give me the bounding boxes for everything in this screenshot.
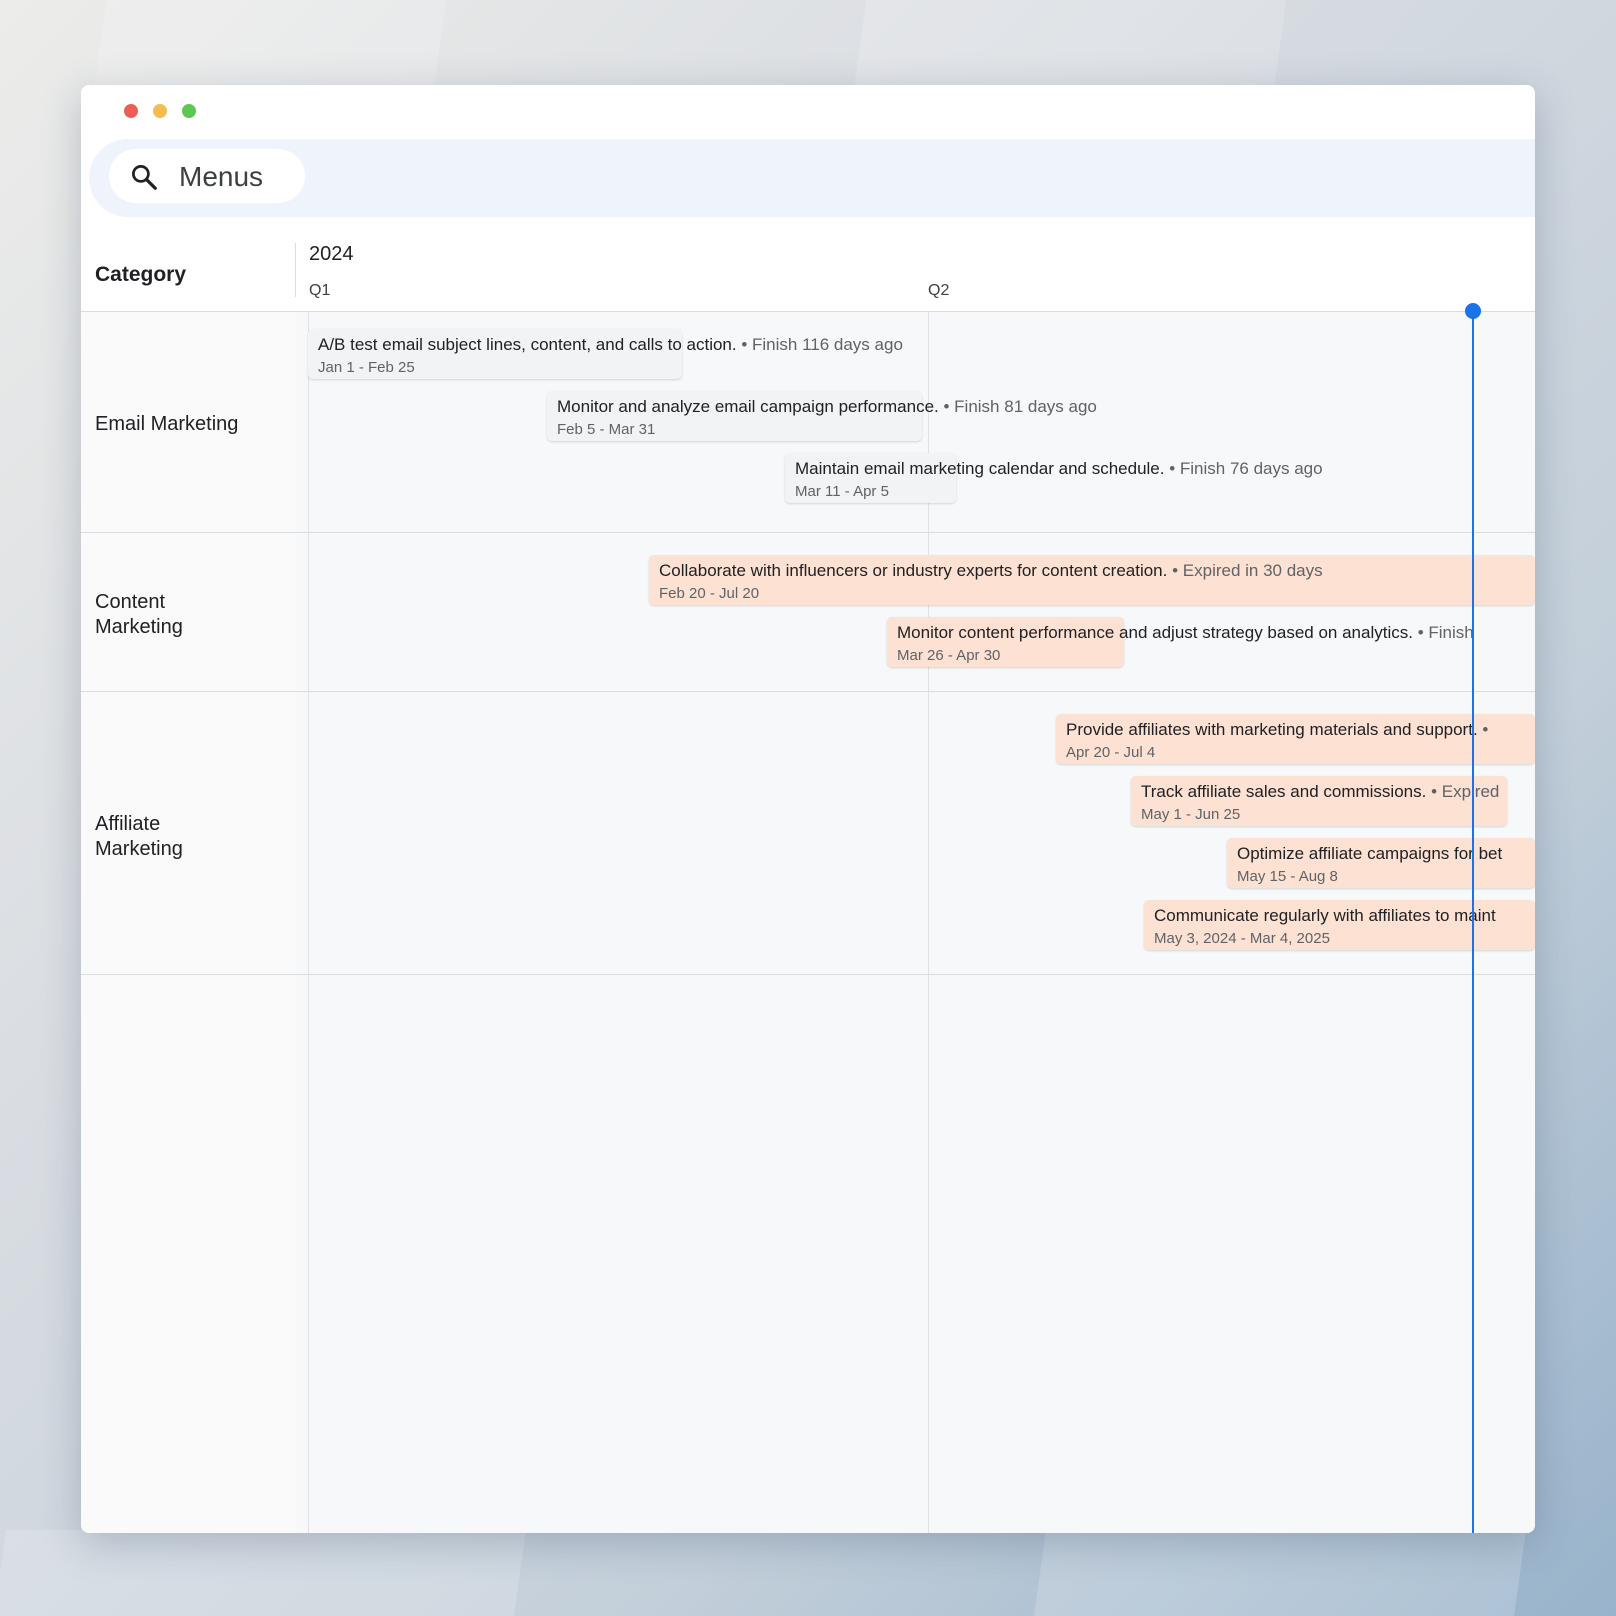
task-title: Communicate regularly with affiliates to…: [1154, 906, 1496, 925]
row-divider: [81, 691, 1535, 692]
task-title: Track affiliate sales and commissions.: [1141, 782, 1427, 801]
search-label: Menus: [179, 161, 264, 192]
year-label: 2024: [309, 243, 354, 265]
task-status: • Finish 81 days ago: [938, 397, 1097, 416]
category-label-email-marketing: Email Marketing: [95, 413, 239, 435]
category-column: [81, 312, 296, 1533]
task-bar[interactable]: Collaborate with influencers or industry…: [649, 555, 1535, 605]
task-bar[interactable]: Communicate regularly with affiliates to…: [1144, 900, 1535, 950]
quarter-label-q1: Q1: [309, 282, 331, 299]
toolbar: [89, 139, 1535, 217]
close-window-button[interactable]: [124, 104, 138, 118]
task-dates: Feb 20 - Jul 20: [659, 585, 760, 602]
task-bar[interactable]: Maintain email marketing calendar and sc…: [785, 453, 1323, 503]
task-title: Collaborate with influencers or industry…: [659, 561, 1168, 580]
header-divider: [295, 243, 296, 297]
task-dates: Mar 11 - Apr 5: [795, 483, 889, 500]
category-label-affiliate-marketing: Affiliate Marketing: [95, 813, 183, 860]
today-marker-dot[interactable]: [1465, 303, 1481, 319]
title-bar: [81, 85, 1535, 139]
task-dates: Apr 20 - Jul 4: [1066, 744, 1156, 761]
task-status: • Finish 76 days ago: [1164, 459, 1323, 478]
task-label: Monitor content performance and adjust s…: [897, 623, 1535, 643]
task-title: Maintain email marketing calendar and sc…: [795, 459, 1165, 478]
task-status: • Expired: [1426, 782, 1500, 801]
app-window: Menus Category 2024 Q1 Q2 Email Marketin…: [81, 85, 1535, 1533]
search-icon: [132, 165, 157, 190]
task-status: • Expired in 30 days: [1167, 561, 1323, 580]
task-label: Track affiliate sales and commissions. •…: [1141, 782, 1535, 802]
task-dates: May 1 - Jun 25: [1141, 806, 1241, 823]
category-header: Category: [95, 263, 187, 286]
task-dates: Jan 1 - Feb 25: [318, 359, 415, 376]
task-bar[interactable]: Optimize affiliate campaigns for bet May…: [1227, 838, 1535, 888]
category-label-content-marketing: Content Marketing: [95, 591, 183, 638]
row-divider: [81, 532, 1535, 533]
task-title: Monitor content performance and adjust s…: [897, 623, 1413, 642]
background-shape: [0, 1530, 527, 1616]
task-dates: Mar 26 - Apr 30: [897, 647, 1001, 664]
task-dates: Feb 5 - Mar 31: [557, 421, 656, 438]
task-title: A/B test email subject lines, content, a…: [318, 335, 737, 354]
task-bar[interactable]: Monitor and analyze email campaign perfo…: [547, 391, 1097, 441]
task-status: • Finish: [1412, 623, 1474, 642]
task-status: • Finish 116 days ago: [736, 335, 903, 354]
task-bar[interactable]: A/B test email subject lines, content, a…: [308, 329, 903, 379]
quarter-label-q2: Q2: [928, 282, 950, 299]
menus-search-button[interactable]: Menus: [109, 149, 305, 203]
minimize-window-button[interactable]: [153, 104, 167, 118]
task-title: Monitor and analyze email campaign perfo…: [557, 397, 939, 416]
task-bar[interactable]: Provide affiliates with marketing materi…: [1056, 714, 1535, 764]
today-marker-line: [1472, 312, 1474, 1533]
maximize-window-button[interactable]: [182, 104, 196, 118]
task-status: •: [1477, 720, 1489, 739]
task-title: Optimize affiliate campaigns for bet: [1237, 844, 1503, 863]
background-shape: [1033, 1530, 1527, 1616]
task-dates: May 3, 2024 - Mar 4, 2025: [1154, 930, 1330, 947]
task-dates: May 15 - Aug 8: [1237, 868, 1338, 885]
task-title: Provide affiliates with marketing materi…: [1066, 720, 1478, 739]
row-divider: [81, 974, 1535, 975]
background-shape: [853, 0, 1287, 90]
background-shape: [93, 0, 447, 90]
gridline-q1: [308, 312, 309, 1533]
